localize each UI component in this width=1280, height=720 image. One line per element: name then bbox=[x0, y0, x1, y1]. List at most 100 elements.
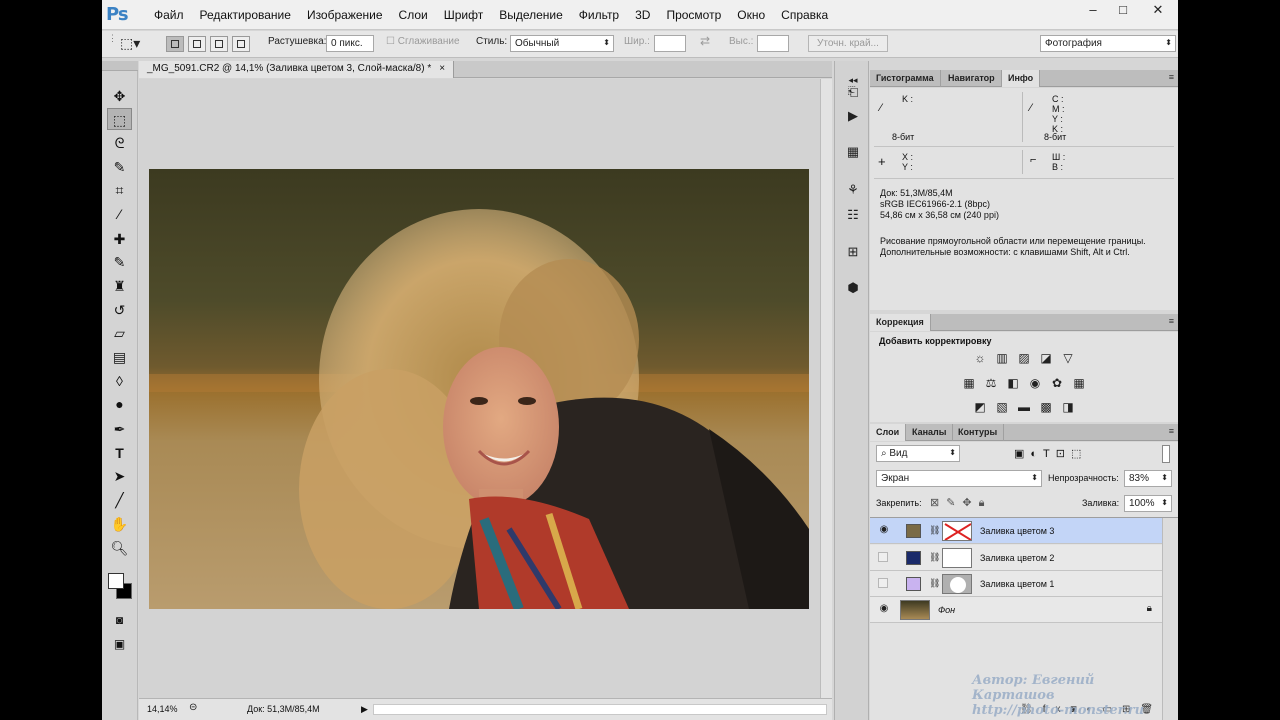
document-tab[interactable]: _MG_5091.CR2 @ 14,1% (Заливка цветом 3, … bbox=[139, 61, 455, 78]
invert-icon[interactable]: ◩ bbox=[972, 400, 988, 414]
layer-row[interactable]: ⛓ Заливка цветом 2 bbox=[870, 545, 1162, 571]
photo-filter-icon[interactable]: ◉ bbox=[1027, 376, 1043, 390]
gradient-map-icon[interactable]: ▩ bbox=[1038, 400, 1054, 414]
quick-selection-tool-icon[interactable]: ✎ bbox=[107, 156, 132, 178]
layer-mask-thumbnail[interactable] bbox=[942, 521, 972, 541]
quick-mask-icon[interactable]: ◙ bbox=[107, 609, 132, 631]
minimize-button[interactable]: – bbox=[1078, 0, 1108, 20]
height-input[interactable] bbox=[757, 35, 789, 52]
clone-source-icon[interactable]: ⊞ bbox=[843, 243, 863, 261]
adjustments-panel-menu-icon[interactable]: ≡ bbox=[1169, 316, 1174, 326]
brush-tool-icon[interactable]: ✎ bbox=[107, 251, 132, 273]
feather-input[interactable]: 0 пикс. bbox=[326, 35, 374, 52]
dodge-tool-icon[interactable]: ● bbox=[107, 393, 132, 415]
eraser-tool-icon[interactable]: ▱ bbox=[107, 322, 132, 344]
history-brush-tool-icon[interactable]: ↺ bbox=[107, 299, 132, 321]
visibility-toggle[interactable] bbox=[878, 552, 888, 562]
link-icon[interactable]: ⛓ bbox=[929, 552, 940, 563]
hue-saturation-icon[interactable]: ▦ bbox=[961, 376, 977, 390]
info-panel-menu-icon[interactable]: ≡ bbox=[1169, 72, 1174, 82]
tools-panel-header[interactable] bbox=[102, 61, 138, 71]
brushes-panel-icon[interactable]: ⚘ bbox=[843, 181, 863, 199]
vertical-scrollbar[interactable] bbox=[820, 79, 832, 698]
eyedropper-tool-icon[interactable]: ⁄ bbox=[107, 203, 132, 225]
maximize-button[interactable]: □ bbox=[1108, 0, 1138, 20]
gradient-tool-icon[interactable]: ▤ bbox=[107, 346, 132, 368]
menu-view[interactable]: Просмотр bbox=[658, 8, 729, 22]
fill-input[interactable]: 100% bbox=[1124, 495, 1172, 512]
hand-tool-icon[interactable]: ✋ bbox=[107, 513, 132, 535]
crop-tool-icon[interactable]: ⌗ bbox=[107, 179, 132, 201]
brush-presets-icon[interactable]: ☷ bbox=[843, 206, 863, 224]
antialias-checkbox[interactable]: ☐ Сглаживание bbox=[386, 36, 460, 47]
refine-edge-button[interactable]: Уточн. край... bbox=[808, 35, 888, 52]
layer-filter-icons[interactable]: ▣◐T⊡⬚ bbox=[1014, 447, 1087, 460]
tab-histogram[interactable]: Гистограмма bbox=[870, 70, 941, 87]
menu-filter[interactable]: Фильтр bbox=[571, 8, 627, 22]
blur-tool-icon[interactable]: ◊ bbox=[107, 370, 132, 392]
layer-name[interactable]: Заливка цветом 3 bbox=[980, 526, 1054, 536]
canvas-area[interactable] bbox=[139, 79, 832, 698]
vibrance-icon[interactable]: ▽ bbox=[1060, 351, 1076, 365]
layer-mask-thumbnail[interactable] bbox=[942, 574, 972, 594]
layer-mask-thumbnail[interactable] bbox=[942, 548, 972, 568]
eye-icon[interactable]: ◉ bbox=[878, 524, 890, 536]
threshold-icon[interactable]: ▬ bbox=[1016, 400, 1032, 414]
menu-select[interactable]: Выделение bbox=[491, 8, 571, 22]
color-lookup-icon[interactable]: ▦ bbox=[1071, 376, 1087, 390]
layer-filter-select[interactable]: ⌕ Вид bbox=[876, 445, 960, 462]
tab-info[interactable]: Инфо bbox=[1002, 70, 1041, 87]
path-selection-tool-icon[interactable]: ➤ bbox=[107, 465, 132, 487]
tab-paths[interactable]: Контуры bbox=[952, 424, 1005, 441]
healing-brush-tool-icon[interactable]: ✚ bbox=[107, 228, 132, 250]
exposure-icon[interactable]: ◪ bbox=[1038, 351, 1054, 365]
lock-options-icons[interactable]: ⊠✎✥🔒︎ bbox=[930, 496, 992, 510]
add-selection-button[interactable] bbox=[188, 36, 206, 52]
link-icon[interactable]: ⛓ bbox=[929, 578, 940, 589]
status-arrow-icon[interactable]: ▶ bbox=[361, 704, 368, 715]
layer-row[interactable]: ⛓ Заливка цветом 1 bbox=[870, 571, 1162, 597]
rect-marquee-tool-icon[interactable]: ⬚ bbox=[107, 108, 132, 130]
zoom-level[interactable]: 14,14% bbox=[147, 704, 178, 714]
actions-panel-icon[interactable]: ▶ bbox=[843, 107, 863, 125]
layer-fill-swatch[interactable] bbox=[906, 551, 921, 565]
layer-name[interactable]: Фон bbox=[938, 605, 955, 615]
menu-layer[interactable]: Слои bbox=[391, 8, 436, 22]
menu-window[interactable]: Окно bbox=[729, 8, 773, 22]
layer-filter-toggle[interactable] bbox=[1162, 445, 1170, 463]
tab-adjustments[interactable]: Коррекция bbox=[870, 314, 931, 331]
workspace-select[interactable]: Фотография bbox=[1040, 35, 1176, 52]
menu-image[interactable]: Изображение bbox=[299, 8, 391, 22]
new-selection-button[interactable] bbox=[166, 36, 184, 52]
menu-type[interactable]: Шрифт bbox=[436, 8, 491, 22]
swap-icon[interactable]: ⇄ bbox=[700, 34, 710, 48]
layer-row[interactable]: ◉ ⛓ Заливка цветом 3 bbox=[870, 518, 1162, 544]
eye-icon[interactable]: ◉ bbox=[878, 603, 890, 615]
close-button[interactable]: ✕ bbox=[1138, 0, 1178, 20]
menu-help[interactable]: Справка bbox=[773, 8, 836, 22]
selective-color-icon[interactable]: ◨ bbox=[1060, 400, 1076, 414]
menu-3d[interactable]: 3D bbox=[627, 8, 658, 22]
type-tool-icon[interactable]: T bbox=[107, 442, 132, 464]
layer-row[interactable]: ◉ Фон 🔒︎ bbox=[870, 597, 1162, 623]
document-photo[interactable] bbox=[149, 169, 809, 609]
tab-navigator[interactable]: Навигатор bbox=[942, 70, 1002, 87]
layer-name[interactable]: Заливка цветом 2 bbox=[980, 553, 1054, 563]
layers-panel-menu-icon[interactable]: ≡ bbox=[1169, 426, 1174, 436]
channel-mixer-icon[interactable]: ✿ bbox=[1049, 376, 1065, 390]
layer-name[interactable]: Заливка цветом 1 bbox=[980, 579, 1054, 589]
swatches-panel-icon[interactable]: ▦ bbox=[843, 143, 863, 161]
3d-panel-icon[interactable]: ⬢ bbox=[843, 279, 863, 297]
link-icon[interactable]: ⛓ bbox=[929, 525, 940, 536]
move-tool-icon[interactable]: ✥ bbox=[107, 85, 132, 107]
marquee-preset-icon[interactable]: ⬚▾ bbox=[120, 35, 140, 52]
style-select[interactable]: Обычный bbox=[510, 35, 614, 52]
color-balance-icon[interactable]: ⚖ bbox=[983, 376, 999, 390]
posterize-icon[interactable]: ▧ bbox=[994, 400, 1010, 414]
curves-icon[interactable]: ▨ bbox=[1016, 351, 1032, 365]
visibility-toggle[interactable] bbox=[878, 578, 888, 588]
document-close-icon[interactable]: × bbox=[439, 63, 445, 74]
menu-file[interactable]: Файл bbox=[146, 8, 192, 22]
screen-mode-icon[interactable]: ▣ bbox=[107, 633, 132, 655]
layer-thumbnail[interactable] bbox=[900, 600, 930, 620]
